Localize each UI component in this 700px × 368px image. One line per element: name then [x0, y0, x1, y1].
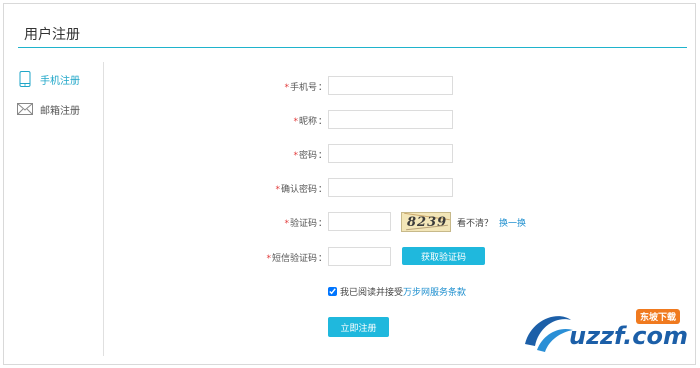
watermark-text: uzzf.com [569, 322, 688, 350]
confirm-password-label: *确认密码： [275, 182, 327, 195]
header-divider [18, 47, 687, 48]
agreement-checkbox[interactable] [328, 286, 337, 296]
captcha-label: *验证码： [284, 216, 327, 229]
captcha-image[interactable]: 8239 [401, 212, 451, 232]
required-mark: * [293, 117, 298, 127]
phone-label: *手机号： [284, 80, 327, 93]
uzzf-watermark-logo: uzzf.com 东坡下载 [517, 306, 695, 358]
watermark-badge: 东坡下载 [636, 309, 681, 324]
captcha-row: *验证码： 8239 看不清？ 换一换 [0, 212, 700, 234]
nickname-input[interactable] [328, 110, 453, 129]
label-colon: ： [317, 117, 327, 127]
nickname-label: *昵称： [293, 114, 327, 127]
nickname-label-text: 昵称 [298, 117, 317, 127]
watermark-swoosh-icon [525, 316, 573, 352]
label-colon: ： [317, 151, 327, 161]
password-input[interactable] [328, 144, 453, 163]
required-mark: * [284, 219, 289, 229]
nickname-row: *昵称： [0, 110, 700, 132]
agreement-text: 我已阅读并接受 [340, 287, 404, 298]
required-mark: * [284, 83, 289, 93]
confirm-password-label-text: 确认密码 [280, 185, 317, 195]
required-mark: * [275, 185, 280, 195]
phone-row: *手机号： [0, 76, 700, 98]
phone-input[interactable] [328, 76, 453, 95]
password-label: *密码： [293, 148, 327, 161]
required-mark: * [266, 254, 271, 264]
sms-code-input[interactable] [328, 247, 391, 266]
captcha-unclear-text: 看不清？ [457, 219, 494, 229]
agreement-row: 我已阅读并接受 万步网服务条款 [328, 284, 466, 298]
sms-code-row: *短信验证码： 获取验证码 [0, 247, 700, 269]
captcha-input[interactable] [328, 212, 391, 231]
page-title: 用户注册 [24, 27, 80, 43]
register-submit-button[interactable]: 立即注册 [328, 317, 389, 337]
label-colon: ： [317, 219, 327, 229]
confirm-password-input[interactable] [328, 178, 453, 197]
required-mark: * [293, 151, 298, 161]
password-row: *密码： [0, 144, 700, 166]
sms-code-label: *短信验证码： [266, 251, 327, 264]
terms-link[interactable]: 万步网服务条款 [403, 285, 466, 298]
password-label-text: 密码 [298, 151, 317, 161]
sidebar: 手机注册 邮箱注册 [4, 62, 104, 356]
label-colon: ： [317, 83, 327, 93]
captcha-label-text: 验证码 [289, 219, 317, 229]
sms-code-label-text: 短信验证码 [271, 254, 317, 264]
confirm-password-row: *确认密码： [0, 178, 700, 200]
phone-label-text: 手机号 [289, 83, 317, 93]
label-colon: ： [317, 185, 327, 195]
get-sms-code-button[interactable]: 获取验证码 [402, 247, 485, 265]
captcha-refresh-link[interactable]: 换一换 [499, 216, 526, 229]
label-colon: ： [317, 254, 327, 264]
